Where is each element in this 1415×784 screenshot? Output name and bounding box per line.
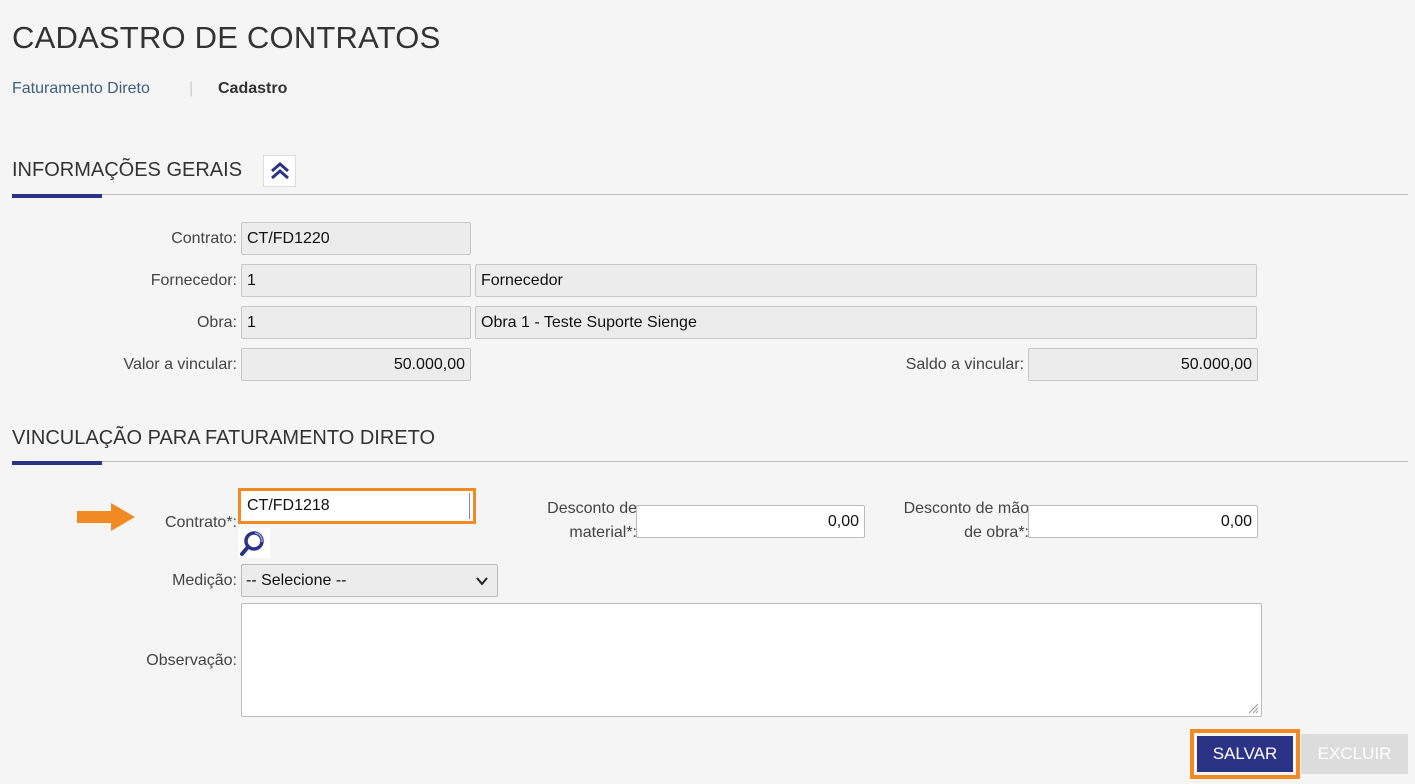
contrato-field: CT/FD1220: [241, 222, 471, 255]
save-button-highlight: SALVAR: [1190, 729, 1300, 779]
collapse-section-button[interactable]: [263, 155, 296, 187]
breadcrumb-link-faturamento[interactable]: Faturamento Direto: [12, 80, 150, 98]
chevron-down-icon: [476, 577, 488, 586]
saldo-vincular-label: Saldo a vincular:: [905, 356, 1024, 373]
search-icon: [238, 528, 270, 558]
fornecedor-name-field: Fornecedor: [475, 264, 1257, 297]
section-divider: [12, 194, 1408, 195]
delete-button[interactable]: EXCLUIR: [1301, 734, 1408, 774]
contrato-required-label: Contrato*:: [164, 514, 237, 531]
desconto-mao-obra-input[interactable]: 0,00: [1028, 505, 1258, 538]
section-divider: [12, 461, 1408, 462]
valor-vincular-label: Valor a vincular:: [123, 356, 237, 373]
observacao-textarea[interactable]: [241, 603, 1262, 717]
breadcrumb-separator: |: [189, 80, 194, 97]
breadcrumb-current: Cadastro: [218, 80, 288, 97]
desconto-mao-obra-label-line2: de obra*:: [964, 524, 1029, 541]
obra-code-field: 1: [241, 306, 471, 339]
obra-name-field: Obra 1 - Teste Suporte Sienge: [475, 306, 1257, 339]
medicao-label: Medição:: [172, 572, 237, 589]
search-contrato-button[interactable]: [238, 528, 270, 558]
medicao-selected-value: -- Selecione --: [246, 572, 347, 589]
desconto-material-input[interactable]: 0,00: [636, 505, 865, 538]
text-cursor: [469, 493, 470, 519]
fornecedor-code-field: 1: [241, 264, 471, 297]
saldo-vincular-field: 50.000,00: [1028, 348, 1258, 381]
desconto-mao-obra-label-line1: Desconto de mão: [903, 500, 1029, 517]
medicao-select[interactable]: -- Selecione --: [241, 564, 498, 597]
section-accent-bar: [12, 194, 102, 198]
resize-handle-icon[interactable]: [1247, 702, 1259, 714]
section-title-general: INFORMAÇÕES GERAIS: [12, 159, 243, 181]
desconto-material-label-line2: material*:: [569, 524, 637, 541]
double-chevron-up-icon: [270, 162, 289, 180]
page-title: CADASTRO DE CONTRATOS: [12, 20, 441, 55]
contrato-input-value: CT/FD1218: [247, 497, 330, 514]
save-button[interactable]: SALVAR: [1197, 736, 1293, 772]
valor-vincular-field: 50.000,00: [241, 348, 471, 381]
contrato-label: Contrato:: [171, 230, 237, 247]
fornecedor-label: Fornecedor:: [150, 272, 237, 289]
obra-label: Obra:: [196, 314, 237, 331]
desconto-material-label-line1: Desconto de: [547, 500, 637, 517]
observacao-label: Observação:: [146, 652, 237, 669]
section-title-vinculacao: VINCULAÇÃO PARA FATURAMENTO DIRETO: [12, 427, 436, 449]
contrato-input[interactable]: CT/FD1218: [238, 488, 476, 524]
section-accent-bar: [12, 461, 102, 465]
